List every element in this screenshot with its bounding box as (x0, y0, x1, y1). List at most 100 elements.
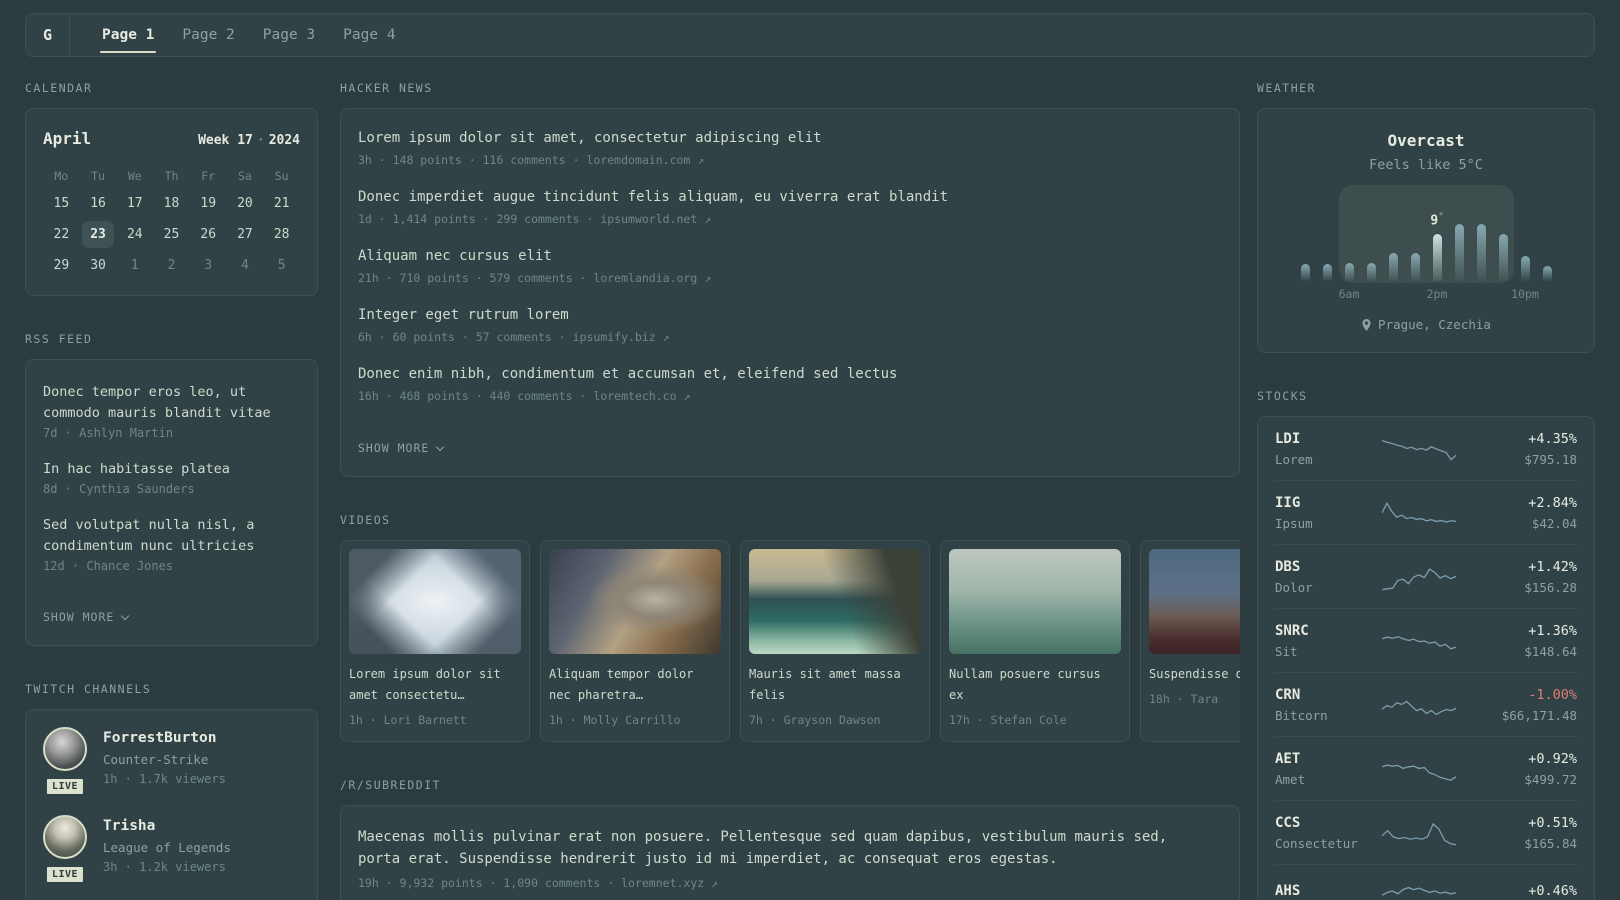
weather-axis-labels: 6am 2pm 10pm (1301, 287, 1552, 303)
rss-section: RSS FEED Donec tempor eros leo, ut commo… (25, 332, 318, 646)
twitch-channel-row[interactable]: LIVE ForrestBurton Counter-Strike 1h · 1.7k… (43, 727, 300, 797)
external-link[interactable]: loremlandia.org ↗ (593, 271, 711, 285)
hn-item-meta: 21h · 710 points · 579 comments · loreml… (358, 271, 712, 285)
rss-item-title[interactable]: Donec tempor eros leo, ut commodo mauris… (43, 382, 300, 424)
tab-page-1[interactable]: Page 1 (88, 14, 168, 56)
video-card[interactable]: Mauris sit amet massa felis 7h · Grayson … (740, 540, 930, 742)
external-link[interactable]: ipsumify.biz ↗ (573, 330, 670, 344)
hn-item-title[interactable]: Aliquam nec cursus elit (358, 246, 1222, 266)
stock-ticker: IIG (1275, 495, 1301, 511)
calendar-day: 3 (190, 250, 227, 281)
video-thumbnail[interactable] (349, 549, 521, 654)
rss-widget: Donec tempor eros leo, ut commodo mauris… (25, 359, 318, 646)
stock-change: +0.46% (1528, 883, 1577, 899)
video-card[interactable]: Lorem ipsum dolor sit amet consectetu… 1h… (340, 540, 530, 742)
rss-item-title[interactable]: In hac habitasse platea (43, 459, 300, 480)
video-thumbnail[interactable] (1149, 549, 1240, 654)
weather-bar (1410, 253, 1420, 281)
hn-item-title[interactable]: Donec imperdiet augue tincidunt felis al… (358, 187, 1222, 207)
hn-item-meta: 6h · 60 points · 57 comments · ipsumify.… (358, 330, 670, 344)
video-card[interactable]: Nullam posuere cursus ex 17h · Stefan Col… (940, 540, 1130, 742)
stock-sparkline (1371, 690, 1467, 720)
video-card[interactable]: Suspendisse diam 18h · Tara (1140, 540, 1240, 742)
external-link[interactable]: loremtech.co ↗ (593, 389, 690, 403)
sparkline-chart (1382, 439, 1456, 461)
calendar-day: 24 (116, 219, 153, 250)
tab-page-2[interactable]: Page 2 (168, 14, 248, 56)
hn-item: Aliquam nec cursus elit 21h · 710 points … (358, 246, 1222, 287)
video-title[interactable]: Mauris sit amet massa felis (749, 664, 921, 706)
video-thumbnail[interactable] (749, 549, 921, 654)
hacker-news-section-title: HACKER NEWS (340, 81, 433, 95)
external-link[interactable]: ipsumworld.net ↗ (600, 212, 711, 226)
stock-sparkline (1371, 498, 1467, 528)
stock-ticker: DBS (1275, 559, 1301, 575)
weather-section-title: WEATHER (1257, 81, 1316, 95)
stock-row[interactable]: DBS Dolor +1.42% $156.28 (1275, 544, 1577, 608)
external-link[interactable]: loremdomain.com ↗ (586, 153, 704, 167)
hn-item-title[interactable]: Integer eget rutrum lorem (358, 305, 1222, 325)
video-thumbnail[interactable] (549, 549, 721, 654)
twitch-channel-name[interactable]: ForrestBurton (103, 727, 226, 749)
twitch-channel-game: League of Legends (103, 840, 231, 855)
stock-row[interactable]: SNRC Sit +1.36% $148.64 (1275, 608, 1577, 672)
stock-row[interactable]: IIG Ipsum +2.84% $42.04 (1275, 480, 1577, 544)
twitch-channel-name[interactable]: Trisha (103, 815, 231, 837)
calendar-day-number: 15 (53, 196, 70, 211)
calendar-day: 28 (263, 219, 300, 250)
weather-axis-label: 10pm (1511, 287, 1539, 301)
app-logo[interactable]: G (26, 14, 70, 56)
rss-show-more-button[interactable]: SHOW MORE (43, 610, 130, 624)
video-card[interactable]: Aliquam tempor dolor nec pharetra… 1h · M… (540, 540, 730, 742)
stock-name: Bitcorn (1275, 708, 1328, 723)
hn-item-meta: 16h · 468 points · 440 comments · loremt… (358, 389, 691, 403)
stock-sparkline (1371, 818, 1467, 848)
stock-ticker: AHS (1275, 883, 1301, 899)
calendar-day: 23 (80, 219, 117, 250)
video-title[interactable]: Aliquam tempor dolor nec pharetra… (549, 664, 721, 706)
video-title[interactable]: Suspendisse diam (1149, 664, 1240, 685)
external-link-icon: ↗ (711, 876, 719, 890)
stock-ticker: CRN (1275, 687, 1301, 703)
stock-values: +2.84% $42.04 (1467, 492, 1577, 533)
twitch-channel-row[interactable]: LIVE Trisha League of Legends 3h · 1.2k vie… (43, 815, 300, 885)
subreddit-post-title[interactable]: Maecenas mollis pulvinar erat non posuer… (358, 826, 1208, 870)
hn-show-more-button[interactable]: SHOW MORE (358, 441, 445, 455)
calendar-section-title: CALENDAR (25, 81, 93, 95)
rss-item-title[interactable]: Sed volutpat nulla nisl, a condimentum n… (43, 515, 300, 557)
calendar-day-number: 25 (163, 227, 180, 242)
weather-bar (1542, 266, 1552, 281)
stock-row[interactable]: AET Amet +0.92% $499.72 (1275, 736, 1577, 800)
calendar-day: 20 (227, 188, 264, 219)
stock-info: DBS Dolor (1275, 556, 1371, 597)
stock-name: Dolor (1275, 580, 1313, 595)
tab-page-3[interactable]: Page 3 (249, 14, 329, 56)
tab-page-4[interactable]: Page 4 (329, 14, 409, 56)
video-thumbnail[interactable] (949, 549, 1121, 654)
stock-ticker: LDI (1275, 431, 1301, 447)
external-link[interactable]: loremnet.xyz ↗ (621, 876, 718, 890)
calendar-day-number: 5 (277, 258, 286, 273)
stock-row[interactable]: LDI Lorem +4.35% $795.18 (1275, 417, 1577, 480)
external-link-icon: ↗ (697, 153, 705, 167)
calendar-day-number: 28 (273, 227, 290, 242)
calendar-day: 29 (43, 250, 80, 281)
weather-bar (1454, 224, 1464, 281)
stock-info: AHS (1275, 880, 1371, 900)
video-title[interactable]: Lorem ipsum dolor sit amet consectetu… (349, 664, 521, 706)
stock-info: IIG Ipsum (1275, 492, 1371, 533)
calendar-day: 4 (227, 250, 264, 281)
calendar-day-number: 16 (90, 196, 106, 211)
calendar-day: 18 (153, 188, 190, 219)
rss-list: Donec tempor eros leo, ut commodo mauris… (43, 382, 300, 576)
hn-item-title[interactable]: Lorem ipsum dolor sit amet, consectetur … (358, 128, 1222, 148)
stock-row[interactable]: AHS +0.46% (1275, 864, 1577, 900)
stock-values: +0.92% $499.72 (1467, 748, 1577, 789)
hn-item-title[interactable]: Donec enim nibh, condimentum et accumsan… (358, 364, 1222, 384)
twitch-section-title: TWITCH CHANNELS (25, 682, 152, 696)
stock-row[interactable]: CCS Consectetur +0.51% $165.84 (1275, 800, 1577, 864)
video-title[interactable]: Nullam posuere cursus ex (949, 664, 1121, 706)
stock-row[interactable]: CRN Bitcorn -1.00% $66,171.48 (1275, 672, 1577, 736)
twitch-widget: LIVE ForrestBurton Counter-Strike 1h · 1.7k… (25, 709, 318, 900)
stock-name: Ipsum (1275, 516, 1313, 531)
